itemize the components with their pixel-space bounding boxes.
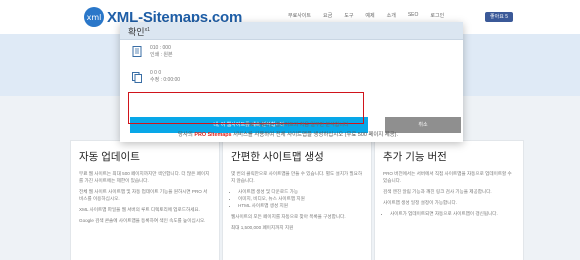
stat-line: 010 : 000 [150,45,171,51]
column-paragraph: 최대 1,500,000 페이지까지 지원 [231,225,294,230]
nav-item-free[interactable]: 무료사이트 [288,12,311,19]
list-item: 사이트가 업데이트되면 자동으로 사이트맵이 갱신됩니다. [390,210,515,217]
feature-column-3: 추가 기능 버전 PRO 버전에서는 서버에서 직접 사이트맵을 자동으로 업데… [374,140,524,260]
top-nav: 무료사이트 요금 도구 예제 소개 SEO 로그인 [288,12,444,19]
nav-item-examples[interactable]: 예제 [365,12,374,19]
column-paragraph: 몇 번의 클릭만으로 사이트맵을 만들 수 있습니다. 별도 설치가 필요하지 … [231,171,363,183]
stat-line: 0 0 0 [150,70,162,76]
dialog-title-text: 확인 [128,27,145,37]
note-suffix: 서비스를 사용하여 전체 사이트맵을 생성하십시오 (무료 500 페이지 제공… [231,132,398,138]
column-paragraph: 웹사이트의 모든 페이지를 자동으로 찾아 목록을 구성합니다. [231,214,346,219]
facebook-like-button[interactable]: 좋아요 5 [485,12,513,22]
feature-column-1: 자동 업데이트 무료 웹 사이트는 최대 500 페이지까지만 색인합니다. 더… [70,140,220,260]
dialog-title-suffix: x1 [144,27,150,33]
stat-line: 수정 : 0:00:00 [150,77,181,83]
note-prefix: 당사의 [178,132,195,138]
copy-icon [132,72,142,83]
column-paragraph: XML 사이트맵 파일을 웹 서버의 루트 디렉토리에 업로드하세요. [79,207,200,212]
column-paragraph: 검색 엔진 알림 기능과 깨진 링크 검사 기능을 제공합니다. [383,189,492,194]
stats-row-1: 010 : 000 인쇄 : 원본 [150,45,173,59]
nav-item-pricing[interactable]: 요금 [323,12,332,19]
dialog-title: 확인x1 [128,25,150,38]
document-icon [132,46,142,57]
stat-line: 인쇄 : 원본 [150,52,173,58]
list-item: 이미지, 비디오, 뉴스 사이트맵 지원 [238,195,363,202]
nav-item-tools[interactable]: 도구 [344,12,353,19]
column-title: 간편한 사이트맵 생성 [231,151,324,163]
list-item: HTML 사이트맵 생성 지원 [238,202,363,209]
column-paragraph: Google 검색 콘솔에 사이트맵을 등록하여 색인 속도를 높이십시오. [79,218,206,223]
list-item: 사이트맵 생성 및 다운로드 가능 [238,188,363,195]
pro-sitemaps-link[interactable]: PRO Sitemaps [194,132,231,138]
stats-row-2: 0 0 0 수정 : 0:00:00 [150,70,180,84]
highlight-box [128,92,364,124]
pro-sitemaps-note: 당사의 PRO Sitemaps 서비스를 사용하여 전체 사이트맵을 생성하십… [178,130,398,138]
feature-column-2: 간편한 사이트맵 생성 몇 번의 클릭만으로 사이트맵을 만들 수 있습니다. … [222,140,372,260]
dialog-header: 확인x1 [120,22,463,40]
column-title: 추가 기능 버전 [383,151,447,163]
column-title: 자동 업데이트 [79,151,140,163]
nav-item-login[interactable]: 로그인 [430,12,444,19]
column-paragraph: 전체 웹 사이트 사이트맵 및 자동 업데이트 기능을 원하시면 PRO 서비스… [79,189,208,201]
nav-item-seo[interactable]: SEO [408,12,419,19]
feature-list: 사이트맵 생성 및 다운로드 가능 이미지, 비디오, 뉴스 사이트맵 지원 H… [231,188,363,209]
column-paragraph: 무료 웹 사이트는 최대 500 페이지까지만 색인합니다. 더 많은 페이지를… [79,171,210,183]
dialog-note: 무료 크롤러는 웹사이트의 처음 일부만 분석합니다 [245,122,349,128]
column-paragraph: PRO 버전에서는 서버에서 직접 사이트맵을 자동으로 업데이트할 수 있습니… [383,171,512,183]
column-paragraph: 사이트맵 생성 일정 설정이 가능합니다. [383,200,458,205]
feature-list: 사이트가 업데이트되면 자동으로 사이트맵이 갱신됩니다. [383,210,515,217]
logo-mark: xml [84,7,104,27]
nav-item-about[interactable]: 소개 [387,12,396,19]
